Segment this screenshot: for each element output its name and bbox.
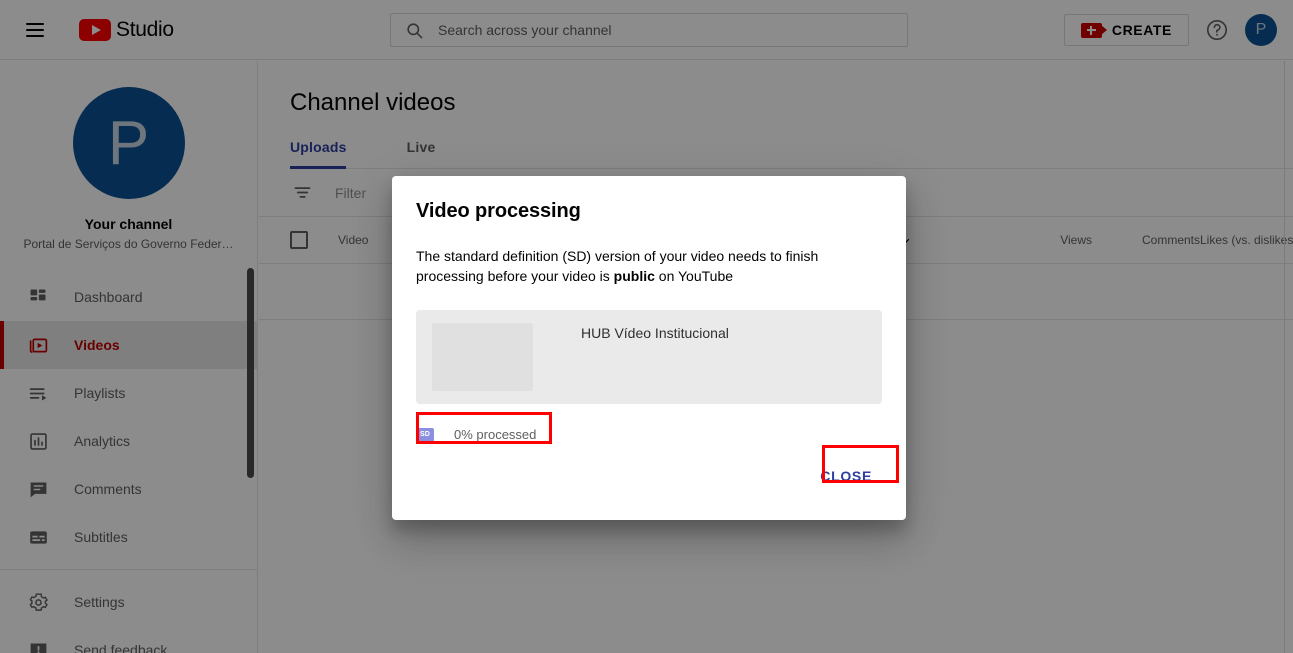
processing-progress-row: SD 0% processed xyxy=(416,427,552,442)
video-thumbnail-placeholder xyxy=(432,323,533,391)
processing-progress-text: 0% processed xyxy=(454,427,537,442)
dialog-title: Video processing xyxy=(416,200,581,222)
dialog-body-part2: on YouTube xyxy=(654,268,734,284)
video-title: HUB Vídeo Institucional xyxy=(581,325,729,341)
video-summary-card: HUB Vídeo Institucional xyxy=(416,310,882,404)
dialog-body-emphasis: public xyxy=(613,268,655,284)
youtube-studio-page: Studio CREATE xyxy=(0,0,1293,653)
dialog-actions: CLOSE xyxy=(416,456,882,496)
video-processing-dialog: Video processing The standard definition… xyxy=(392,176,906,520)
dialog-body-text: The standard definition (SD) version of … xyxy=(416,246,862,286)
close-button[interactable]: CLOSE xyxy=(810,460,882,492)
sd-quality-badge: SD xyxy=(416,427,434,442)
